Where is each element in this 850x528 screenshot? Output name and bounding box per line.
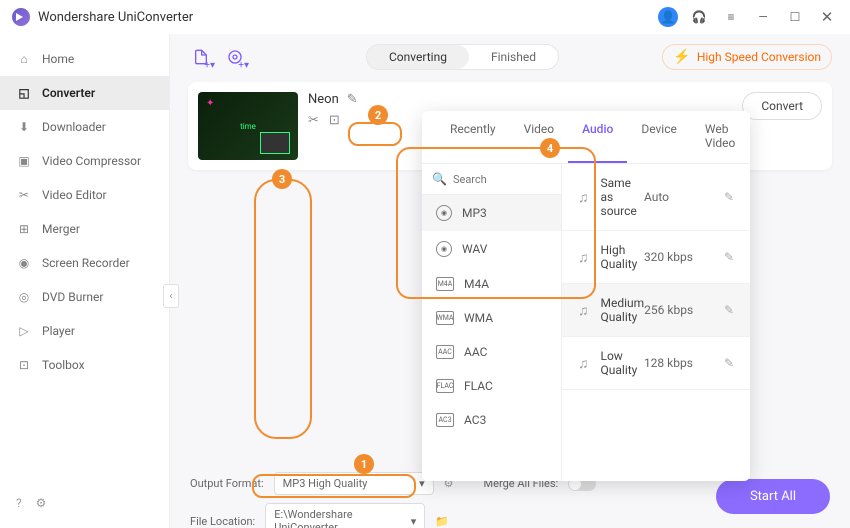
quality-high[interactable]: ♫High Quality320 kbps✎ [562, 231, 750, 284]
file-icon: AC3 [436, 413, 454, 427]
file-icon: WMA [436, 311, 454, 325]
quality-medium[interactable]: ♫Medium Quality256 kbps✎ [562, 284, 750, 337]
rename-icon[interactable]: ✎ [347, 92, 358, 107]
edit-preset-icon[interactable]: ✎ [724, 303, 734, 317]
format-aac[interactable]: AACAAC [422, 335, 561, 369]
file-icon: M4A [436, 277, 454, 291]
trim-icon[interactable]: ✂ [308, 113, 319, 128]
disc-icon: ◉ [436, 205, 452, 221]
video-thumbnail[interactable]: time [198, 92, 298, 160]
app-logo [12, 8, 30, 26]
titlebar: Wondershare UniConverter 👤 🎧 ≡ — ☐ ✕ [0, 0, 850, 34]
format-mp3[interactable]: ◉MP3 [422, 195, 561, 231]
sidebar-item-converter[interactable]: ◱Converter [0, 76, 169, 110]
toolbox-icon: ⊡ [16, 357, 32, 373]
close-icon[interactable]: ✕ [816, 6, 838, 28]
annotation-badge-2: 2 [368, 105, 388, 125]
minimize-icon[interactable]: — [752, 6, 774, 28]
tab-converting[interactable]: Converting [367, 45, 469, 69]
add-file-button[interactable]: +▾ [188, 44, 214, 70]
sidebar-item-merger[interactable]: ⊞Merger [0, 212, 169, 246]
high-speed-button[interactable]: ⚡High Speed Conversion [662, 44, 832, 70]
format-flac[interactable]: FLACFLAC [422, 369, 561, 403]
editor-icon: ✂ [16, 187, 32, 203]
download-icon: ⬇ [16, 119, 32, 135]
app-title: Wondershare UniConverter [38, 10, 193, 25]
merger-icon: ⊞ [16, 221, 32, 237]
edit-preset-icon[interactable]: ✎ [724, 250, 734, 264]
sidebar-item-player[interactable]: ▷Player [0, 314, 169, 348]
sidebar-item-compressor[interactable]: ▣Video Compressor [0, 144, 169, 178]
quality-list: ♫Same as sourceAuto✎ ♫High Quality320 kb… [562, 164, 750, 481]
menu-icon[interactable]: ≡ [720, 6, 742, 28]
support-icon[interactable]: 🎧 [688, 6, 710, 28]
music-icon: ♫ [578, 355, 589, 372]
sidebar-item-home[interactable]: ⌂Home [0, 42, 169, 76]
music-icon: ♫ [578, 302, 589, 319]
disc-icon: ◉ [436, 241, 452, 257]
file-icon: AAC [436, 345, 454, 359]
search-icon: 🔍 [432, 172, 447, 186]
quality-same-as-source[interactable]: ♫Same as sourceAuto✎ [562, 164, 750, 231]
quality-low[interactable]: ♫Low Quality128 kbps✎ [562, 337, 750, 390]
convert-button[interactable]: Convert [742, 92, 822, 120]
format-popup: Recently Video Audio Device Web Video 🔍 … [422, 111, 750, 481]
popup-tab-recently[interactable]: Recently [436, 111, 510, 163]
status-tabs: Converting Finished [366, 44, 559, 70]
converter-icon: ◱ [16, 85, 32, 101]
sidebar-item-dvd[interactable]: ◎DVD Burner [0, 280, 169, 314]
chevron-down-icon: ▾ [411, 515, 417, 528]
crop-icon[interactable]: ⊡ [329, 113, 340, 128]
popup-tab-audio[interactable]: Audio [568, 111, 627, 163]
annotation-badge-1: 1 [354, 454, 374, 474]
start-all-button[interactable]: Start All [716, 479, 830, 514]
user-avatar-icon[interactable]: 👤 [658, 7, 678, 27]
sidebar-item-toolbox[interactable]: ⊡Toolbox [0, 348, 169, 382]
popup-tab-webvideo[interactable]: Web Video [691, 111, 750, 163]
settings-icon[interactable]: ⚙ [36, 496, 47, 510]
edit-preset-icon[interactable]: ✎ [724, 356, 734, 370]
format-search[interactable]: 🔍 [422, 164, 561, 195]
compress-icon: ▣ [16, 153, 32, 169]
lightning-icon: ⚡ [673, 49, 690, 65]
format-m4a[interactable]: M4AM4A [422, 267, 561, 301]
popup-tab-device[interactable]: Device [627, 111, 691, 163]
open-folder-icon[interactable]: 📁 [435, 515, 449, 528]
output-format-label: Output Format: [190, 477, 264, 490]
sidebar-item-downloader[interactable]: ⬇Downloader [0, 110, 169, 144]
dvd-icon: ◎ [16, 289, 32, 305]
player-icon: ▷ [16, 323, 32, 339]
content-area: +▾ +▾ Converting Finished ⚡High Speed Co… [170, 34, 850, 528]
search-input[interactable] [453, 173, 551, 186]
file-location-dropdown[interactable]: E:\Wondershare UniConverter▾ [265, 503, 425, 528]
music-icon: ♫ [578, 189, 589, 206]
file-location-label: File Location: [190, 515, 255, 528]
format-wav[interactable]: ◉WAV [422, 231, 561, 267]
home-icon: ⌂ [16, 51, 32, 67]
annotation-ring-3 [254, 179, 312, 439]
sidebar: ⌂Home ◱Converter ⬇Downloader ▣Video Comp… [0, 34, 170, 528]
annotation-badge-3: 3 [272, 169, 292, 189]
recorder-icon: ◉ [16, 255, 32, 271]
edit-preset-icon[interactable]: ✎ [724, 190, 734, 204]
sidebar-item-recorder[interactable]: ◉Screen Recorder [0, 246, 169, 280]
sidebar-item-editor[interactable]: ✂Video Editor [0, 178, 169, 212]
add-dvd-button[interactable]: +▾ [222, 44, 248, 70]
popup-tab-video[interactable]: Video [510, 111, 569, 163]
output-format-dropdown[interactable]: MP3 High Quality▾ [274, 472, 434, 495]
format-wma[interactable]: WMAWMA [422, 301, 561, 335]
tab-finished[interactable]: Finished [469, 45, 558, 69]
file-name: Neon [308, 92, 339, 107]
format-list: 🔍 ◉MP3 ◉WAV M4AM4A WMAWMA AACAAC FLACFLA… [422, 164, 562, 481]
maximize-icon[interactable]: ☐ [784, 6, 806, 28]
format-ac3[interactable]: AC3AC3 [422, 403, 561, 437]
music-icon: ♫ [578, 249, 589, 266]
annotation-badge-4: 4 [540, 138, 560, 158]
help-icon[interactable]: ? [16, 496, 22, 510]
file-icon: FLAC [436, 379, 454, 393]
